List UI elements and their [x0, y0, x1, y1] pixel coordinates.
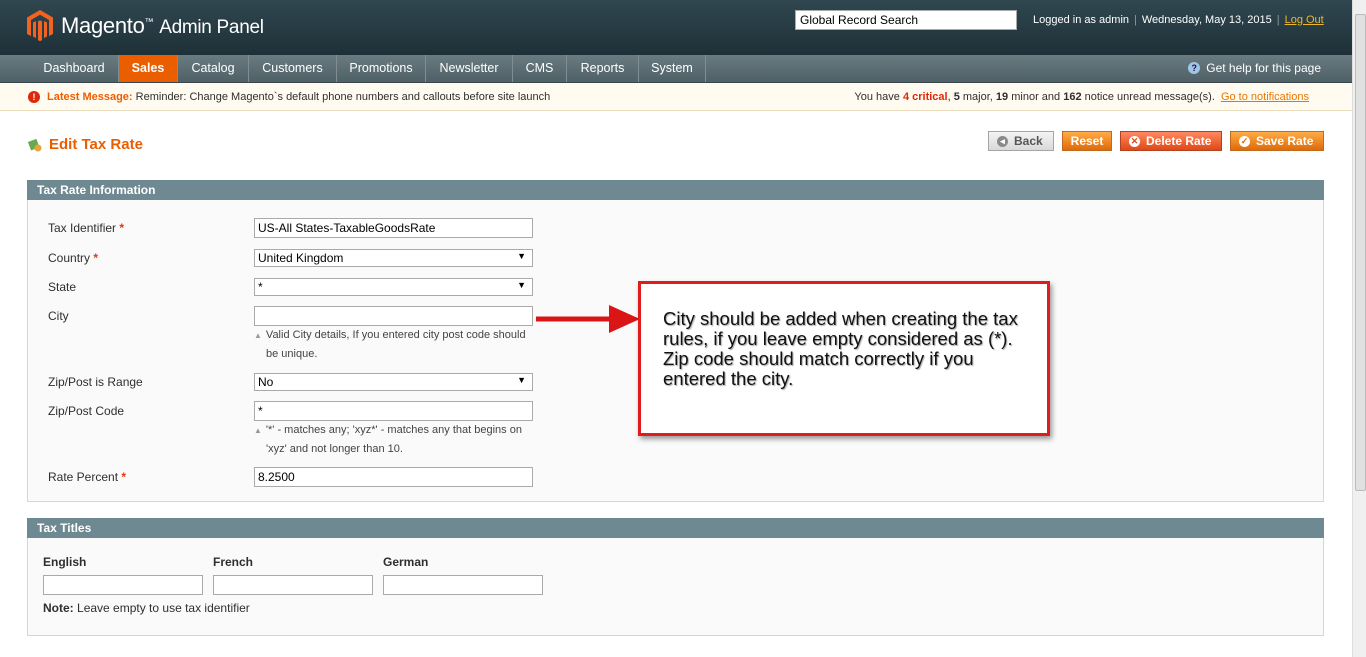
nav-cms[interactable]: CMS	[513, 55, 567, 82]
german-title-input[interactable]	[383, 575, 543, 595]
english-label: English	[43, 555, 87, 569]
tax-titles-heading: Tax Titles	[27, 518, 1324, 538]
latest-message-label: Latest Message:	[47, 91, 133, 103]
latest-message-text: Reminder: Change Magento`s default phone…	[135, 91, 551, 103]
nav-newsletter[interactable]: Newsletter	[426, 55, 513, 82]
chevron-down-icon: ▼	[517, 251, 526, 261]
tax-rate-icon	[27, 138, 42, 152]
callout-arrow-icon	[536, 305, 640, 333]
nav-dashboard[interactable]: Dashboard	[30, 55, 119, 82]
state-label: State	[48, 280, 77, 294]
brand-tm: ™	[144, 16, 154, 27]
delete-rate-button[interactable]: ✕ Delete Rate	[1120, 131, 1222, 151]
page-title-text: Edit Tax Rate	[49, 136, 143, 153]
brand-sub: Admin Panel	[159, 17, 264, 38]
reset-button[interactable]: Reset	[1062, 131, 1112, 151]
zip-range-label: Zip/Post is Range	[48, 375, 143, 389]
english-title-input[interactable]	[43, 575, 203, 595]
country-select[interactable]: United Kingdom ▼	[254, 249, 533, 267]
chevron-down-icon: ▼	[517, 280, 526, 290]
nav-system[interactable]: System	[639, 55, 706, 82]
notifications-summary: You have 4 critical, 5 major, 19 minor a…	[854, 91, 1309, 103]
note-triangle-icon: ▲	[254, 331, 262, 340]
callout-text: City should be added when creating the t…	[663, 308, 1018, 389]
country-label: Country *	[48, 251, 99, 265]
callout-box: City should be added when creating the t…	[638, 281, 1050, 436]
tax-titles-note: Note: Leave empty to use tax identifier	[43, 601, 250, 615]
rate-percent-input[interactable]: 8.2500	[254, 467, 533, 487]
nav-catalog[interactable]: Catalog	[178, 55, 249, 82]
help-link[interactable]: ? Get help for this page	[1188, 55, 1321, 81]
header-date: Wednesday, May 13, 2015	[1141, 14, 1272, 26]
back-arrow-icon: ◂	[997, 135, 1008, 147]
german-label: German	[383, 555, 429, 569]
note-triangle-icon: ▲	[254, 426, 262, 435]
global-search-input[interactable]: Global Record Search	[795, 10, 1017, 30]
tax-rate-info-heading: Tax Rate Information	[27, 180, 1324, 200]
zip-code-input[interactable]: *	[254, 401, 533, 421]
message-bar: ! Latest Message: Reminder: Change Magen…	[0, 83, 1352, 111]
magento-logo[interactable]: Magento™ Admin Panel	[27, 10, 264, 42]
back-button[interactable]: ◂ Back	[988, 131, 1054, 151]
alert-icon: !	[28, 91, 40, 103]
tax-identifier-label: Tax Identifier *	[48, 221, 125, 235]
nav-sales[interactable]: Sales	[119, 55, 178, 82]
french-title-input[interactable]	[213, 575, 373, 595]
tax-identifier-input[interactable]: US-All States-TaxableGoodsRate	[254, 218, 533, 238]
go-to-notifications-link[interactable]: Go to notifications	[1221, 91, 1309, 103]
nav-customers[interactable]: Customers	[249, 55, 337, 82]
zip-range-select[interactable]: No ▼	[254, 373, 533, 391]
help-icon: ?	[1188, 62, 1201, 74]
scrollbar-thumb[interactable]	[1355, 14, 1366, 491]
critical-count: 4 critical	[902, 91, 948, 103]
french-label: French	[213, 555, 254, 569]
chevron-down-icon: ▼	[517, 375, 526, 385]
magento-logo-icon	[27, 10, 53, 42]
rate-percent-label: Rate Percent *	[48, 470, 127, 484]
city-label: City	[48, 309, 69, 323]
delete-icon: ✕	[1129, 135, 1140, 147]
city-note: ▲ Valid City details, If you entered city…	[254, 329, 526, 360]
brand-name: Magento	[61, 13, 145, 38]
page-title: Edit Tax Rate	[27, 136, 143, 153]
nav-reports[interactable]: Reports	[567, 55, 639, 82]
zip-code-label: Zip/Post Code	[48, 404, 125, 418]
logged-in-text: Logged in as admin	[1033, 14, 1130, 26]
vertical-scrollbar[interactable]	[1352, 0, 1366, 657]
main-nav: Dashboard Sales Catalog Customers Promot…	[0, 55, 1352, 83]
help-text: Get help for this page	[1206, 61, 1321, 75]
header-user-info: Logged in as admin | Wednesday, May 13, 20…	[1033, 14, 1324, 26]
save-rate-button[interactable]: ✓ Save Rate	[1230, 131, 1324, 151]
city-input[interactable]	[254, 306, 533, 326]
logout-link[interactable]: Log Out	[1285, 14, 1324, 26]
state-select[interactable]: * ▼	[254, 278, 533, 296]
admin-header: Magento™ Admin Panel Global Record Search…	[0, 0, 1352, 55]
check-icon: ✓	[1239, 135, 1250, 147]
nav-promotions[interactable]: Promotions	[337, 55, 426, 82]
zip-code-note: ▲ '*' - matches any; 'xyz*' - matches any…	[254, 424, 522, 455]
